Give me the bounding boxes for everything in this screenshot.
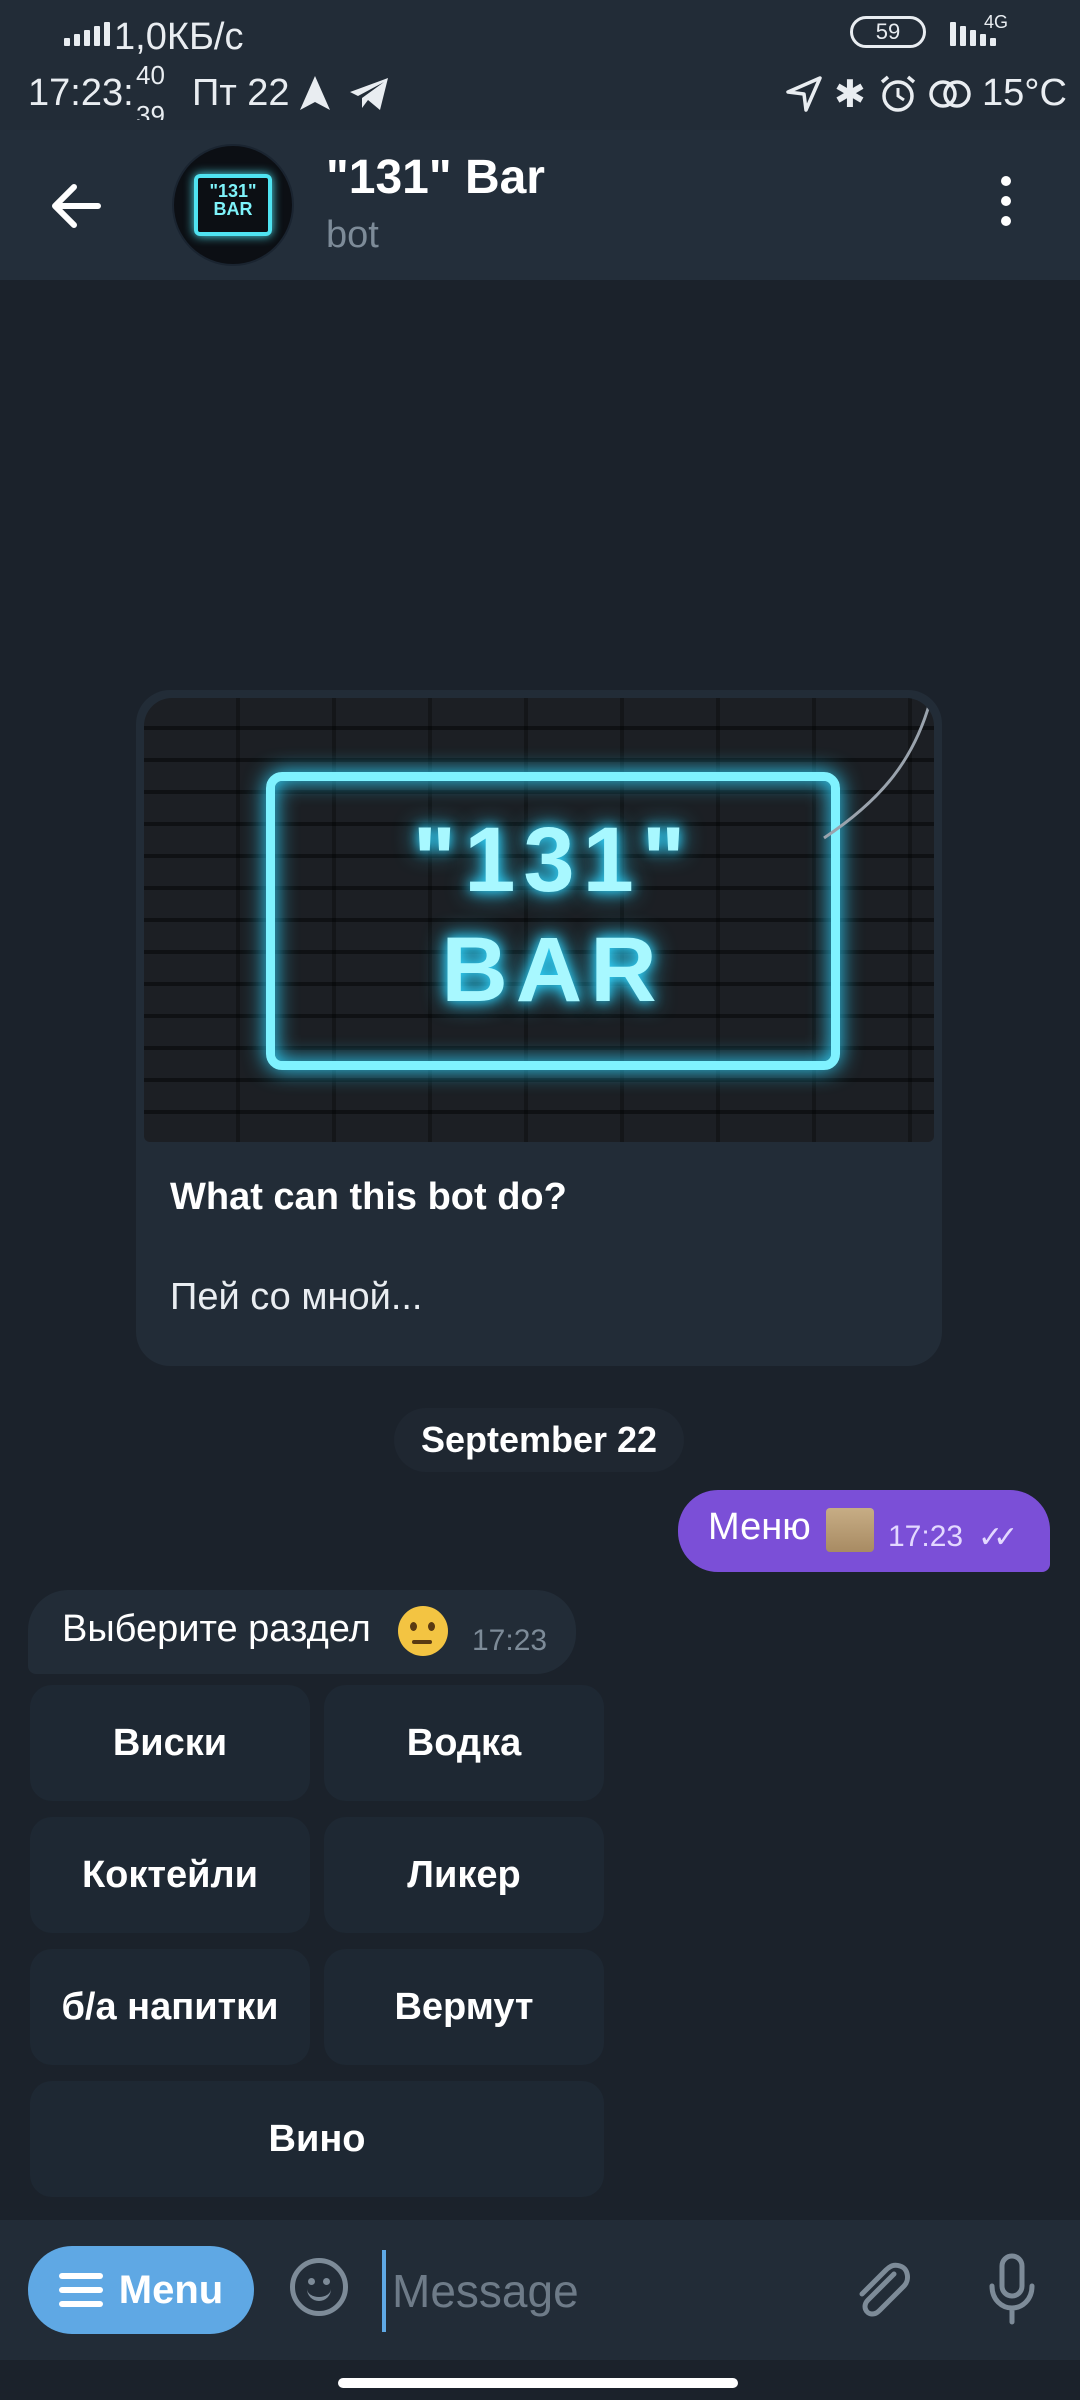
clock-seconds-top: 40: [136, 60, 165, 90]
message-input-bar: Menu: [0, 2220, 1080, 2360]
hanging-wire: [823, 701, 932, 840]
avatar[interactable]: "131" BAR: [174, 146, 292, 264]
avatar-logo: "131" BAR: [194, 174, 272, 236]
temperature: 15°C: [982, 72, 1067, 114]
menu-label: Menu: [118, 2267, 224, 2312]
chat-header: "131" BAR "131" Bar bot: [0, 130, 1080, 280]
hotspot-icon: [929, 80, 971, 108]
status-bar: 1,0КБ/с 17:23: 40 39 Пт 22 59 4G ✱ 15°C: [0, 0, 1080, 130]
outgoing-message[interactable]: Меню 17:23 ✓✓: [678, 1490, 1050, 1572]
bot-cover-image: "131" BAR: [144, 698, 934, 1142]
bot-info-description: Пей со мной...: [170, 1276, 423, 1318]
home-gesture-handle[interactable]: [338, 2378, 738, 2388]
telegram-icon: [350, 78, 388, 110]
keyboard-button-vermouth[interactable]: Вермут: [324, 1949, 604, 2065]
chat-title[interactable]: "131" Bar: [326, 150, 545, 205]
emoji-icon[interactable]: [290, 2258, 348, 2316]
bot-info-card: "131" BAR What can this bot do? Пей со м…: [136, 690, 942, 1366]
clock-seconds-bottom: 39: [136, 100, 165, 120]
neon-logo-top: "131": [412, 809, 694, 911]
navigation-arrow-icon: [300, 76, 330, 110]
bot-info-title: What can this bot do?: [170, 1176, 567, 1218]
keyboard-button-whisky[interactable]: Виски: [30, 1685, 310, 1801]
keyboard-button-cocktails[interactable]: Коктейли: [30, 1817, 310, 1933]
message-time: 17:23: [888, 1520, 964, 1553]
location-icon: [786, 76, 822, 112]
date-divider: September 22: [394, 1408, 684, 1472]
neon-logo-bottom: BAR: [441, 919, 665, 1021]
message-time: 17:23: [472, 1624, 548, 1657]
microphone-icon[interactable]: [984, 2252, 1040, 2328]
alarm-icon: [880, 75, 916, 112]
clock: 17:23:: [28, 72, 134, 114]
message-text: Меню: [708, 1506, 811, 1548]
chat-area[interactable]: "131" BAR What can this bot do? Пей со м…: [0, 280, 1080, 2220]
keyboard-button-liqueur[interactable]: Ликер: [324, 1817, 604, 1933]
attach-paperclip-icon[interactable]: [850, 2256, 914, 2324]
thinking-face-emoji: [398, 1606, 448, 1656]
message-input[interactable]: [382, 2250, 834, 2332]
message-text: Выберите раздел: [62, 1608, 371, 1650]
battery-indicator: 59: [850, 16, 926, 48]
network-speed: 1,0КБ/с: [114, 16, 244, 58]
bot-menu-button[interactable]: Menu: [28, 2246, 254, 2334]
keyboard-button-wine[interactable]: Вино: [30, 2081, 604, 2197]
date-day: Пт 22: [192, 72, 290, 114]
system-nav-bar: [0, 2360, 1080, 2400]
more-options-icon[interactable]: [996, 176, 1016, 236]
read-checkmarks-icon: ✓✓: [978, 1521, 1018, 1554]
hamburger-icon: [58, 2273, 103, 2307]
keyboard-button-soft-drinks[interactable]: б/а напитки: [30, 1949, 310, 2065]
back-arrow-icon[interactable]: [48, 178, 104, 234]
keyboard-button-vodka[interactable]: Водка: [324, 1685, 604, 1801]
bluetooth-icon: ✱: [834, 74, 866, 116]
chat-subtitle: bot: [326, 214, 379, 256]
cellular-signal-icon: [64, 22, 110, 46]
network-type: 4G: [984, 12, 1009, 32]
incoming-message[interactable]: Выберите раздел 17:23: [28, 1590, 576, 1674]
scroll-emoji: [826, 1508, 874, 1552]
